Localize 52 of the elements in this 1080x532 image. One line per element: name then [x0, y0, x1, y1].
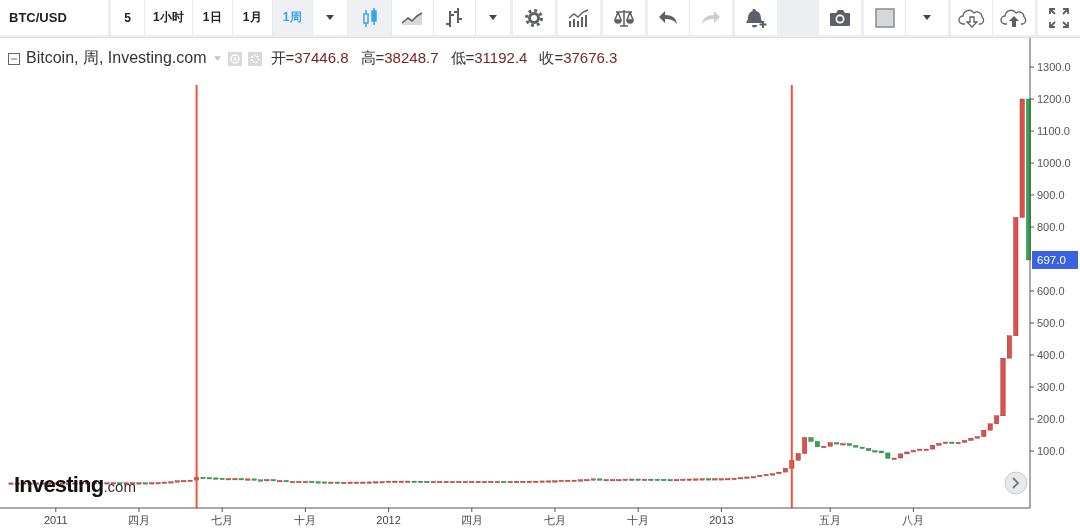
ohlc-label: 收=	[539, 49, 564, 68]
time-tick-label: 2011	[43, 514, 68, 526]
color-swatch-icon	[874, 7, 895, 28]
price-tick-label: 100.0	[1037, 445, 1065, 457]
time-tick-label: 十月	[294, 514, 317, 526]
price-tick-label: 800.0	[1037, 221, 1065, 233]
price-tick-label: 1100.0	[1037, 125, 1070, 137]
ohlc-value: 37446.8	[294, 49, 349, 68]
area-chart-icon	[401, 10, 424, 25]
bell-plus-icon	[744, 6, 767, 29]
price-tick-label: 600.0	[1037, 285, 1065, 297]
price-tick-label: 1200.0	[1037, 93, 1071, 105]
time-tick-label: 2012	[376, 514, 401, 526]
cloud-upload-icon	[1000, 7, 1028, 28]
price-tick-label: 1000.0	[1037, 157, 1071, 169]
time-tick-label: 十月	[627, 514, 650, 526]
ohlc-label: 低=	[450, 49, 475, 68]
time-tick-label: 七月	[211, 514, 234, 526]
collapse-icon[interactable]	[8, 52, 20, 65]
price-tag-label: 697.0	[1037, 253, 1066, 266]
redo-icon	[700, 9, 721, 26]
price-tick-label: 300.0	[1037, 381, 1065, 393]
time-tick-label: 2013	[709, 514, 734, 526]
price-tag	[1032, 250, 1078, 269]
series-title: Bitcoin, 周, Investing.com	[26, 48, 207, 68]
time-tick-label: 八月	[902, 514, 925, 526]
ohlc-value: 31192.4	[474, 49, 528, 68]
camera-icon	[829, 8, 851, 27]
price-tick-label: 400.0	[1037, 349, 1065, 361]
price-tick-label: 900.0	[1037, 189, 1065, 201]
ohlc-value: 38248.7	[384, 49, 439, 68]
caret-icon	[487, 14, 498, 21]
ohlc-value: 37676.3	[563, 49, 618, 68]
ohlc-bars-icon	[445, 6, 464, 29]
time-tick-label: 四月	[460, 514, 483, 526]
cloud-download-icon	[957, 7, 986, 28]
time-tick-label: 四月	[128, 514, 150, 526]
caret-icon	[922, 14, 932, 21]
ohlc-label: 开=	[270, 49, 295, 68]
time-tick-label: 七月	[544, 514, 566, 526]
caret-icon	[324, 14, 335, 21]
scroll-right-button[interactable]	[1004, 471, 1028, 495]
ohlc-label: 高=	[360, 49, 385, 68]
price-tick-label: 500.0	[1037, 317, 1065, 329]
indicators-icon	[567, 8, 590, 27]
gear-icon	[523, 7, 544, 28]
time-tick-label: 五月	[819, 514, 842, 526]
fullscreen-icon	[1049, 7, 1069, 28]
candlestick-icon	[362, 6, 379, 29]
price-tick-label: 200.0	[1037, 413, 1065, 425]
balance-scale-icon	[612, 8, 635, 27]
price-tick-label: 1300.0	[1037, 61, 1071, 73]
